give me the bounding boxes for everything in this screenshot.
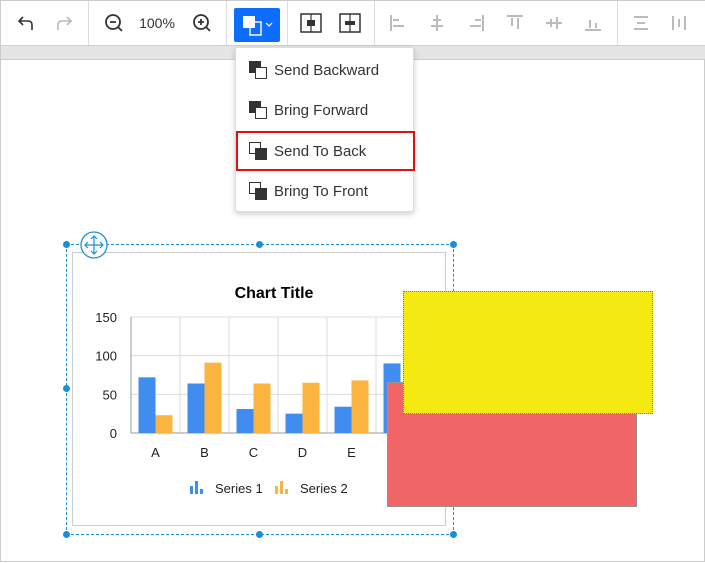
chart-title: Chart Title — [235, 285, 314, 302]
menu-item-label: Bring To Front — [274, 182, 368, 200]
menu-item-send-backward[interactable]: Send Backward — [236, 51, 415, 89]
legend-label: Series 2 — [300, 481, 348, 496]
legend-icon — [195, 481, 198, 494]
legend-icon — [190, 486, 193, 494]
menu-item-label: Send To Back — [274, 142, 367, 160]
bar — [351, 380, 369, 433]
y-tick-label: 150 — [95, 310, 117, 325]
x-tick-label: D — [298, 445, 307, 460]
order-menu: Send Backward Bring Forward Send To Back… — [235, 47, 415, 212]
bar — [285, 413, 303, 433]
x-tick-label: B — [200, 445, 209, 460]
bar — [138, 377, 156, 433]
send-backward-icon — [248, 60, 268, 80]
bar — [204, 362, 222, 433]
bar — [187, 383, 205, 433]
bar — [236, 409, 254, 433]
bar — [253, 383, 271, 433]
legend-icon — [285, 489, 288, 494]
x-tick-label: C — [249, 445, 258, 460]
yellow-rectangle[interactable] — [403, 291, 653, 414]
bar — [155, 415, 173, 433]
legend-label: Series 1 — [215, 481, 263, 496]
menu-item-send-to-back[interactable]: Send To Back — [236, 131, 415, 171]
legend-icon — [275, 486, 278, 494]
bar — [334, 406, 352, 433]
bring-forward-icon — [248, 100, 268, 120]
menu-item-label: Send Backward — [274, 61, 380, 79]
y-tick-label: 0 — [110, 426, 117, 441]
move-handle-icon[interactable] — [80, 231, 110, 261]
y-tick-label: 100 — [95, 349, 117, 364]
x-tick-label: E — [347, 445, 356, 460]
menu-item-bring-forward[interactable]: Bring Forward — [236, 91, 415, 129]
menu-item-bring-to-front[interactable]: Bring To Front — [236, 172, 415, 210]
bar — [302, 382, 320, 433]
menu-item-label: Bring Forward — [274, 101, 369, 119]
x-tick-label: A — [151, 445, 160, 460]
send-to-back-icon — [248, 141, 268, 161]
bring-to-front-icon — [248, 181, 268, 201]
y-tick-label: 50 — [103, 387, 117, 402]
legend-icon — [200, 489, 203, 494]
legend-icon — [280, 481, 283, 494]
